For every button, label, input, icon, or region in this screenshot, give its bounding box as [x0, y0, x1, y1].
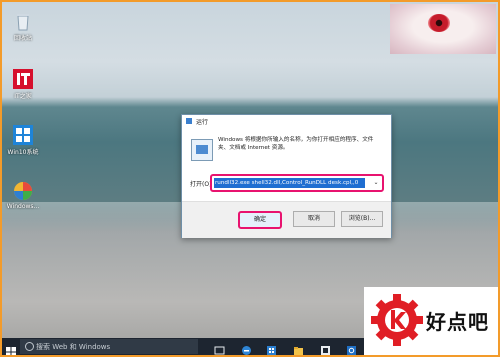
- browse-button[interactable]: 浏览(B)...: [341, 211, 383, 227]
- desktop-icon-label: Windows...: [6, 203, 40, 210]
- watermark-logo: 好点吧: [364, 287, 498, 355]
- file-explorer-icon[interactable]: [293, 341, 304, 355]
- run-dialog: 运行 Windows 将根据你所输入的名称，为你打开相应的程序、文件夹、文档或 …: [181, 114, 392, 238]
- task-view-icon[interactable]: [214, 341, 225, 355]
- dialog-titlebar[interactable]: 运行: [182, 115, 391, 127]
- run-small-icon: [186, 118, 192, 124]
- dialog-description: Windows 将根据你所输入的名称，为你打开相应的程序、文件夹、文档或 Int…: [218, 137, 374, 151]
- chevron-down-icon[interactable]: ⌄: [371, 178, 381, 188]
- windows-start-icon[interactable]: [6, 342, 16, 355]
- desktop-icon-label: IT之家: [14, 93, 32, 100]
- edge-browser-icon[interactable]: [241, 341, 252, 355]
- run-program-icon: [191, 139, 213, 161]
- search-icon: [25, 342, 34, 351]
- screenshot-frame: 回收站 IT之家 Win10系统 Windows... 运行 Windows 将…: [0, 0, 500, 357]
- desktop-icon-label: Win10系统: [7, 149, 39, 156]
- ok-button[interactable]: 确定: [238, 211, 282, 229]
- watermark-brand-text: 好点吧: [426, 310, 489, 334]
- dialog-title: 运行: [196, 119, 209, 126]
- desktop-icon-label: 回收站: [13, 35, 32, 42]
- photos-app-icon: [12, 180, 34, 202]
- desktop-icon-ithome[interactable]: IT之家: [4, 68, 42, 100]
- store-icon[interactable]: [266, 341, 277, 355]
- desktop-icon-photos[interactable]: Windows...: [4, 180, 42, 210]
- recycle-bin-icon: [12, 10, 34, 32]
- cancel-button[interactable]: 取消: [293, 211, 335, 227]
- desktop-icon-win10[interactable]: Win10系统: [4, 124, 42, 156]
- ithome-app-icon: [12, 68, 34, 90]
- search-placeholder: 搜索 Web 和 Windows: [36, 343, 111, 351]
- command-input[interactable]: rundll32.exe shell32.dll,Control_RunDLL …: [214, 178, 365, 188]
- desktop-background: 回收站 IT之家 Win10系统 Windows... 运行 Windows 将…: [2, 2, 498, 355]
- windows-app-icon: [12, 124, 34, 146]
- desktop-icon-recycle-bin[interactable]: 回收站: [4, 10, 42, 42]
- eye-image: [428, 14, 450, 32]
- gear-logo-icon: [370, 293, 424, 347]
- dialog-footer: 确定 取消 浏览(B)...: [182, 201, 391, 238]
- outlook-icon[interactable]: [346, 341, 357, 355]
- app-icon[interactable]: [320, 341, 331, 355]
- taskbar-search[interactable]: 搜索 Web 和 Windows: [20, 339, 198, 354]
- command-combobox[interactable]: rundll32.exe shell32.dll,Control_RunDLL …: [210, 174, 384, 192]
- camera-inset-image: [390, 4, 496, 54]
